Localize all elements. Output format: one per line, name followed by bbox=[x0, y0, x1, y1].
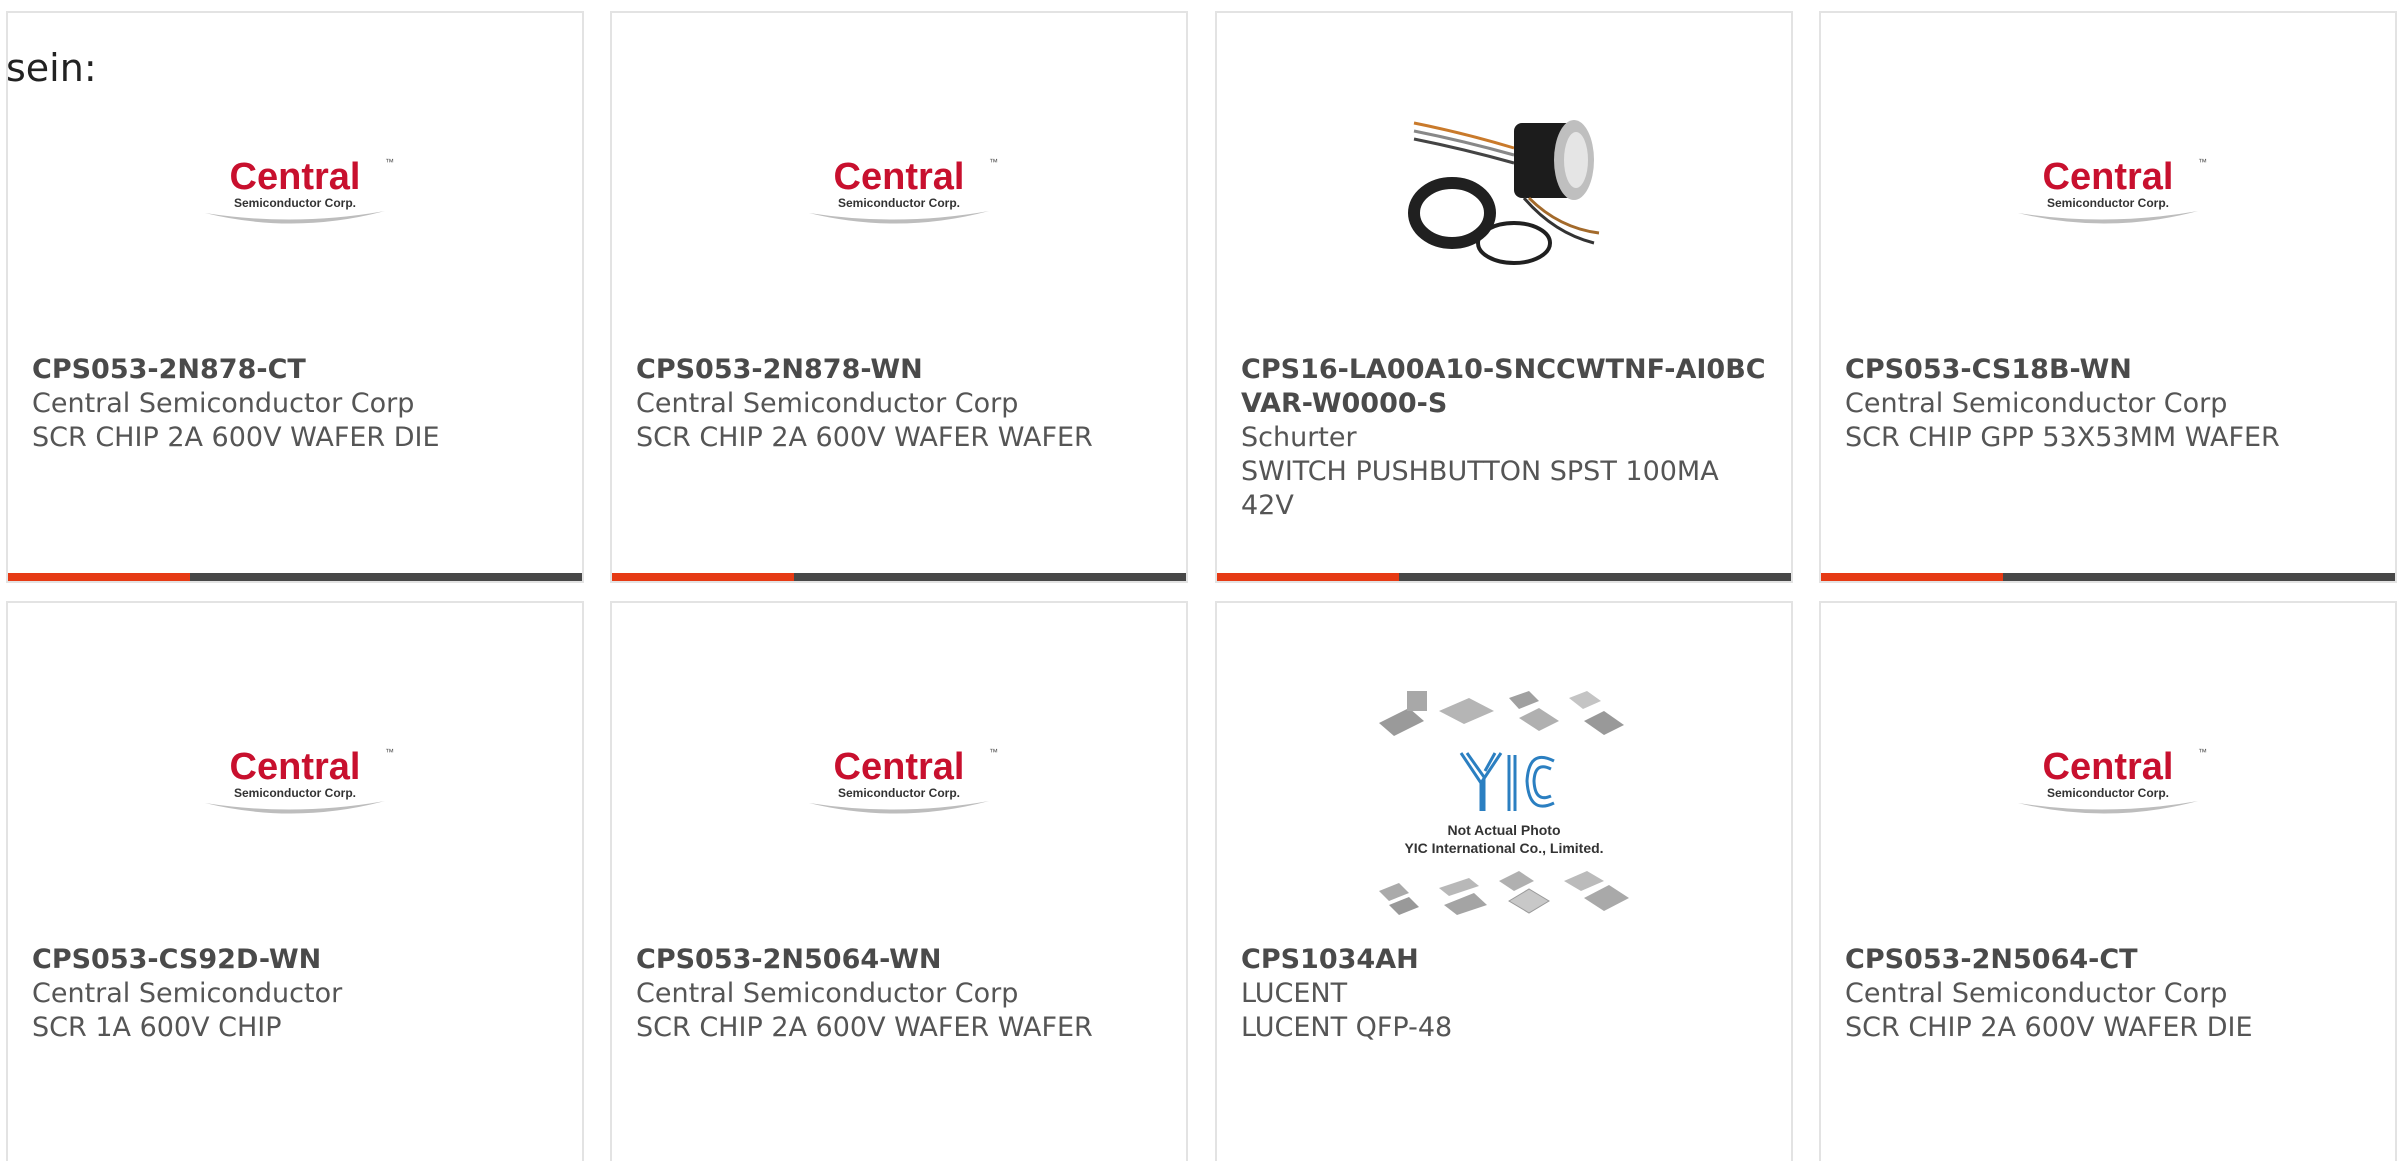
card-accent-bar bbox=[8, 573, 582, 581]
product-card[interactable]: Central ™ Semiconductor Corp. CPS053-CS1… bbox=[1819, 11, 2397, 583]
manufacturer: Central Semiconductor Corp bbox=[1845, 388, 2228, 419]
product-info: CPS053-CS18B-WN Central Semiconductor Co… bbox=[1845, 353, 2371, 455]
svg-text:YIC International Co., Limited: YIC International Co., Limited. bbox=[1404, 840, 1603, 856]
description: SCR CHIP GPP 53X53MM WAFER bbox=[1845, 422, 2280, 453]
manufacturer: Schurter bbox=[1241, 422, 1357, 453]
svg-text:Semiconductor Corp.: Semiconductor Corp. bbox=[838, 786, 960, 800]
part-number-link[interactable]: CPS1034AH bbox=[1241, 943, 1767, 977]
svg-text:Semiconductor Corp.: Semiconductor Corp. bbox=[2047, 786, 2169, 800]
description: SCR CHIP 2A 600V WAFER WAFER bbox=[636, 422, 1093, 453]
product-card[interactable]: Central ™ Semiconductor Corp. CPS053-2N8… bbox=[6, 11, 584, 583]
product-image[interactable]: Central ™ Semiconductor Corp. bbox=[1821, 73, 2395, 313]
manufacturer: Central Semiconductor Corp bbox=[32, 388, 415, 419]
svg-text:Not Actual Photo: Not Actual Photo bbox=[1447, 822, 1560, 838]
description: SCR CHIP 2A 600V WAFER WAFER bbox=[636, 1012, 1093, 1043]
manufacturer: Central Semiconductor Corp bbox=[1845, 978, 2228, 1009]
part-number-link[interactable]: CPS053-2N5064-CT bbox=[1845, 943, 2371, 977]
svg-text:Central: Central bbox=[2043, 156, 2174, 198]
product-info: CPS16-LA00A10-SNCCWTNF-AI0BCVAR-W0000-S … bbox=[1241, 353, 1767, 523]
part-number-link[interactable]: CPS053-2N878-CT bbox=[32, 353, 558, 387]
product-card[interactable]: Central ™ Semiconductor Corp. CPS053-2N5… bbox=[1819, 601, 2397, 1161]
svg-text:Semiconductor Corp.: Semiconductor Corp. bbox=[2047, 196, 2169, 210]
product-info: CPS053-2N878-WN Central Semiconductor Co… bbox=[636, 353, 1162, 455]
description: SCR CHIP 2A 600V WAFER DIE bbox=[1845, 1012, 2253, 1043]
description: LUCENT QFP-48 bbox=[1241, 1012, 1453, 1043]
manufacturer: Central Semiconductor Corp bbox=[636, 388, 1019, 419]
card-accent-bar bbox=[1217, 573, 1791, 581]
central-semiconductor-logo: Central ™ Semiconductor Corp. bbox=[809, 746, 998, 814]
product-info: CPS053-2N878-CT Central Semiconductor Co… bbox=[32, 353, 558, 455]
description: SWITCH PUSHBUTTON SPST 100MA 42V bbox=[1241, 456, 1719, 521]
product-info: CPS053-2N5064-CT Central Semiconductor C… bbox=[1845, 943, 2371, 1045]
svg-text:™: ™ bbox=[2198, 157, 2207, 167]
product-image[interactable]: Central ™ Semiconductor Corp. bbox=[8, 663, 582, 903]
central-semiconductor-logo: Central ™ Semiconductor Corp. bbox=[809, 156, 998, 224]
part-number-link[interactable]: CPS053-2N878-WN bbox=[636, 353, 1162, 387]
product-card[interactable]: CPS16-LA00A10-SNCCWTNF-AI0BCVAR-W0000-S … bbox=[1215, 11, 1793, 583]
svg-text:Central: Central bbox=[834, 746, 965, 788]
description: SCR 1A 600V CHIP bbox=[32, 1012, 282, 1043]
product-image[interactable]: Central ™ Semiconductor Corp. bbox=[8, 73, 582, 313]
central-semiconductor-logo: Central ™ Semiconductor Corp. bbox=[2018, 746, 2207, 814]
pushbutton-switch-photo bbox=[1408, 120, 1600, 265]
svg-text:™: ™ bbox=[989, 157, 998, 167]
manufacturer: Central Semiconductor Corp bbox=[636, 978, 1019, 1009]
product-info: CPS053-2N5064-WN Central Semiconductor C… bbox=[636, 943, 1162, 1045]
product-card[interactable]: Central ™ Semiconductor Corp. CPS053-2N5… bbox=[610, 601, 1188, 1161]
svg-text:™: ™ bbox=[385, 157, 394, 167]
svg-text:Central: Central bbox=[834, 156, 965, 198]
intro-text: sein: bbox=[6, 46, 97, 90]
part-number-link[interactable]: CPS16-LA00A10-SNCCWTNF-AI0BCVAR-W0000-S bbox=[1241, 353, 1767, 421]
product-image[interactable]: Central ™ Semiconductor Corp. bbox=[612, 73, 1186, 313]
svg-text:Central: Central bbox=[2043, 746, 2174, 788]
svg-text:Central: Central bbox=[230, 156, 361, 198]
card-accent-bar bbox=[1821, 573, 2395, 581]
product-info: CPS1034AH LUCENT LUCENT QFP-48 bbox=[1241, 943, 1767, 1045]
part-number-link[interactable]: CPS053-CS92D-WN bbox=[32, 943, 558, 977]
card-accent-bar bbox=[612, 573, 1186, 581]
product-info: CPS053-CS92D-WN Central Semiconductor SC… bbox=[32, 943, 558, 1045]
product-grid-page: sein: Central ™ Semiconductor Corp. CPS0… bbox=[0, 0, 2400, 1161]
central-semiconductor-logo: Central ™ Semiconductor Corp. bbox=[205, 156, 394, 224]
manufacturer: Central Semiconductor bbox=[32, 978, 343, 1009]
product-image[interactable]: Not Actual Photo YIC International Co., … bbox=[1217, 683, 1791, 933]
svg-text:Central: Central bbox=[230, 746, 361, 788]
svg-text:Semiconductor Corp.: Semiconductor Corp. bbox=[234, 786, 356, 800]
part-number-link[interactable]: CPS053-CS18B-WN bbox=[1845, 353, 2371, 387]
product-image[interactable]: Central ™ Semiconductor Corp. bbox=[612, 663, 1186, 903]
product-image[interactable]: Central ™ Semiconductor Corp. bbox=[1821, 663, 2395, 903]
product-card[interactable]: Central ™ Semiconductor Corp. CPS053-2N8… bbox=[610, 11, 1188, 583]
central-semiconductor-logo: Central ™ Semiconductor Corp. bbox=[2018, 156, 2207, 224]
svg-text:Semiconductor Corp.: Semiconductor Corp. bbox=[234, 196, 356, 210]
product-card[interactable]: Central ™ Semiconductor Corp. CPS053-CS9… bbox=[6, 601, 584, 1161]
svg-text:Semiconductor Corp.: Semiconductor Corp. bbox=[838, 196, 960, 210]
product-image[interactable] bbox=[1217, 83, 1791, 303]
part-number-link[interactable]: CPS053-2N5064-WN bbox=[636, 943, 1162, 977]
svg-text:™: ™ bbox=[2198, 747, 2207, 757]
central-semiconductor-logo: Central ™ Semiconductor Corp. bbox=[205, 746, 394, 814]
product-card[interactable]: Not Actual Photo YIC International Co., … bbox=[1215, 601, 1793, 1161]
svg-text:™: ™ bbox=[385, 747, 394, 757]
yic-not-actual-photo: Not Actual Photo YIC International Co., … bbox=[1379, 691, 1629, 915]
manufacturer: LUCENT bbox=[1241, 978, 1348, 1009]
description: SCR CHIP 2A 600V WAFER DIE bbox=[32, 422, 440, 453]
svg-text:™: ™ bbox=[989, 747, 998, 757]
